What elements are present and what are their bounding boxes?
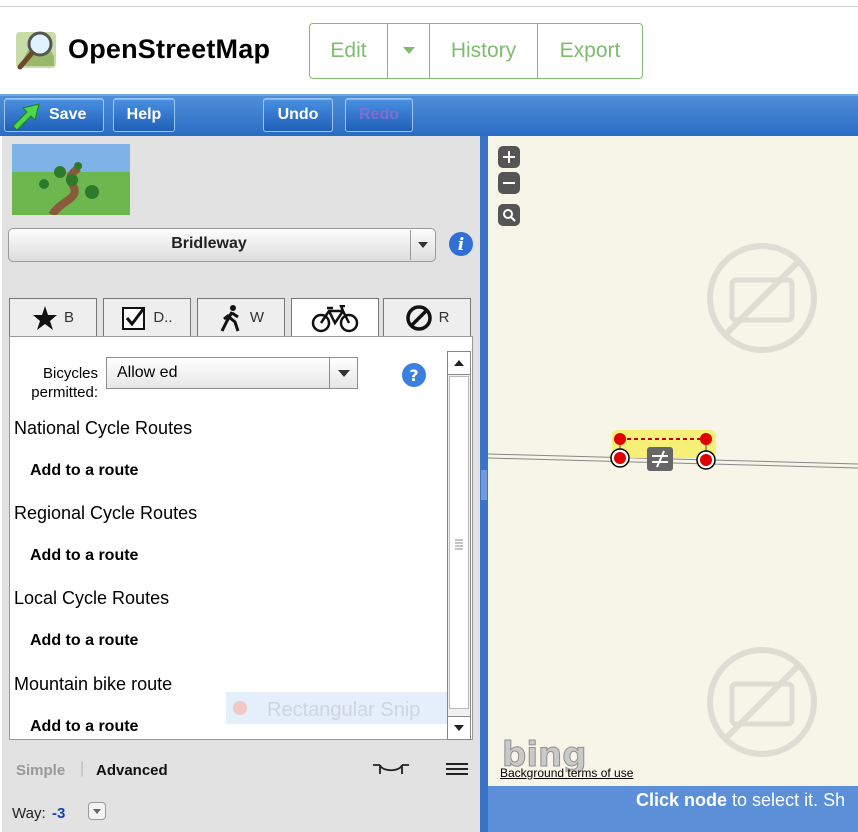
section-title: Regional Cycle Routes bbox=[14, 503, 198, 523]
help-icon[interactable]: ? bbox=[401, 362, 427, 388]
divider-grip-icon bbox=[481, 470, 487, 500]
bicycles-dropdown-button[interactable] bbox=[329, 358, 358, 388]
section-title: Local Cycle Routes bbox=[14, 588, 170, 608]
way-menu-button[interactable] bbox=[88, 802, 106, 820]
way-node[interactable] bbox=[700, 433, 712, 445]
save-label: Save bbox=[49, 106, 87, 123]
way-node[interactable] bbox=[614, 433, 626, 445]
info-icon[interactable]: i bbox=[448, 231, 474, 257]
status-message: Click node to select it. Sh bbox=[636, 790, 845, 811]
osm-logo-icon[interactable] bbox=[14, 26, 60, 72]
simple-mode-link[interactable]: Simple bbox=[16, 762, 65, 779]
status-rest: to select it. Sh bbox=[727, 790, 846, 810]
snip-label: Rectangular Snip bbox=[267, 699, 421, 721]
svg-text:i: i bbox=[458, 235, 464, 255]
menu-icon[interactable] bbox=[446, 762, 468, 776]
preset-name: Bridleway bbox=[171, 235, 247, 252]
redo-button[interactable]: Redo bbox=[345, 98, 413, 132]
chevron-down-icon bbox=[338, 369, 350, 377]
tab-cycling[interactable] bbox=[291, 298, 379, 338]
bicycles-permitted-label: Bicycles permitted: bbox=[31, 365, 98, 401]
section-title: National Cycle Routes bbox=[14, 418, 193, 438]
tab-restrictions[interactable]: R bbox=[383, 298, 471, 336]
map-layer bbox=[488, 243, 858, 757]
walker-icon bbox=[220, 304, 240, 332]
header-nav: Edit History Export bbox=[309, 23, 643, 79]
magnifier-icon bbox=[503, 209, 516, 222]
way-id: -3 bbox=[52, 805, 66, 822]
tab-label: W bbox=[249, 309, 265, 326]
chevron-up-icon bbox=[454, 360, 464, 366]
chevron-down-icon bbox=[93, 808, 101, 814]
not-equal-icon[interactable] bbox=[647, 447, 673, 471]
zoom-out-button[interactable] bbox=[498, 172, 520, 194]
tab-label: D.. bbox=[153, 309, 173, 326]
save-button[interactable]: Save bbox=[4, 98, 104, 132]
top-border bbox=[0, 6, 858, 7]
tab-details[interactable]: D.. bbox=[103, 298, 191, 336]
help-button[interactable]: Help bbox=[113, 98, 175, 132]
bicycle-icon bbox=[311, 304, 359, 332]
edit-dropdown-button[interactable] bbox=[388, 24, 430, 78]
history-button[interactable]: History bbox=[430, 24, 538, 78]
search-button[interactable] bbox=[498, 204, 520, 226]
mode-separator: | bbox=[80, 760, 85, 777]
no-entry-icon bbox=[405, 304, 432, 331]
scroll-up-button[interactable] bbox=[447, 351, 471, 375]
minus-icon bbox=[503, 182, 515, 184]
status-bold: Click node bbox=[636, 790, 728, 810]
edit-button[interactable]: Edit bbox=[310, 24, 388, 78]
add-to-route-link[interactable]: Add to a route bbox=[30, 547, 138, 565]
selected-node[interactable] bbox=[700, 454, 712, 466]
add-to-route-link[interactable]: Add to a route bbox=[30, 632, 138, 650]
tab-basic[interactable]: B bbox=[9, 298, 97, 336]
svg-text:?: ? bbox=[409, 366, 418, 385]
star-icon bbox=[32, 305, 57, 330]
selected-node[interactable] bbox=[614, 452, 626, 464]
no-imagery-watermark bbox=[707, 243, 817, 757]
preset-dropdown-button[interactable] bbox=[410, 230, 435, 260]
preset-thumbnail bbox=[12, 144, 130, 215]
tab-walking[interactable]: W bbox=[197, 298, 285, 336]
bicycles-permitted-value: Allow ed bbox=[117, 364, 178, 381]
tab-label: R bbox=[438, 309, 450, 326]
add-to-route-link[interactable]: Add to a route bbox=[30, 718, 138, 736]
save-arrow-icon bbox=[12, 103, 40, 130]
zoom-in-button[interactable] bbox=[498, 146, 520, 168]
background-terms-link[interactable]: Background terms of use bbox=[500, 766, 633, 780]
way-label: Way: bbox=[12, 805, 46, 822]
record-dot-icon bbox=[233, 701, 247, 715]
site-title[interactable]: OpenStreetMap bbox=[68, 34, 270, 65]
bridge-icon[interactable] bbox=[372, 762, 410, 776]
scroll-down-button[interactable] bbox=[447, 716, 471, 740]
add-to-route-link[interactable]: Add to a route bbox=[30, 462, 138, 480]
checkbox-icon bbox=[122, 306, 146, 330]
tab-label: B bbox=[63, 309, 74, 326]
chevron-down-icon bbox=[402, 47, 415, 54]
undo-button[interactable]: Undo bbox=[263, 98, 333, 132]
chevron-down-icon bbox=[454, 725, 464, 731]
plus-icon bbox=[503, 151, 515, 163]
export-button[interactable]: Export bbox=[538, 24, 642, 78]
grip-icon bbox=[455, 539, 463, 550]
section-title: Mountain bike route bbox=[14, 674, 173, 694]
map-canvas[interactable] bbox=[488, 136, 858, 786]
advanced-mode-link[interactable]: Advanced bbox=[96, 762, 168, 779]
chevron-down-icon bbox=[418, 242, 428, 248]
